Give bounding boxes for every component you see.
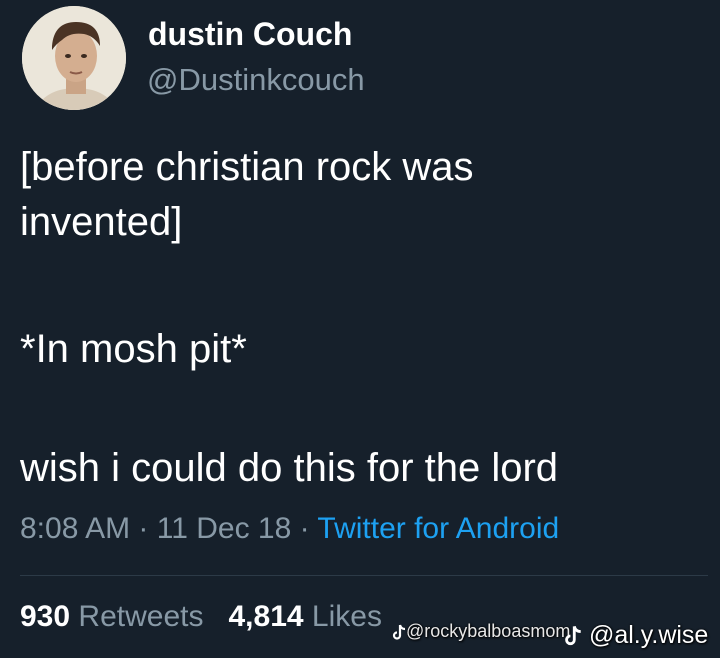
tweet-text-line-2: invented] (20, 200, 183, 244)
tiktok-watermark-1: @rockybalboasmom (392, 621, 570, 642)
like-count: 4,814 (228, 600, 304, 633)
author-handle[interactable]: @Dustinkcouch (147, 62, 365, 98)
tweet-source-link[interactable]: Twitter for Android (317, 512, 559, 545)
watermark-handle-1: @rockybalboasmom (406, 621, 571, 641)
retweet-count: 930 (20, 600, 71, 633)
avatar[interactable] (22, 6, 126, 110)
like-label: Likes (311, 600, 382, 633)
tweet-text-line-1: [before christian rock was (20, 145, 474, 189)
retweet-stat[interactable]: 930 Retweets (20, 600, 203, 633)
tweet-metadata: 8:08 AM · 11 Dec 18 · Twitter for Androi… (20, 512, 559, 546)
watermark-handle-2: @al.y.wise (588, 621, 709, 649)
tiktok-watermark-2: @al.y.wise (564, 621, 708, 650)
meta-separator: · (130, 512, 157, 545)
meta-separator: · (291, 512, 318, 545)
retweet-label: Retweets (78, 600, 204, 633)
tweet-stats: 930 Retweets 4,814 Likes (20, 600, 382, 634)
author-name[interactable]: dustin Couch (148, 16, 352, 53)
profile-photo (22, 6, 126, 110)
tiktok-icon (565, 626, 581, 646)
tweet-date[interactable]: 11 Dec 18 (157, 512, 292, 545)
divider (20, 575, 708, 576)
like-stat[interactable]: 4,814 Likes (228, 600, 381, 633)
tiktok-icon (392, 624, 406, 640)
tweet-time[interactable]: 8:08 AM (20, 512, 130, 545)
tweet-text-line-3: *In mosh pit* (20, 327, 247, 371)
tweet-text-line-4: wish i could do this for the lord (20, 446, 559, 490)
